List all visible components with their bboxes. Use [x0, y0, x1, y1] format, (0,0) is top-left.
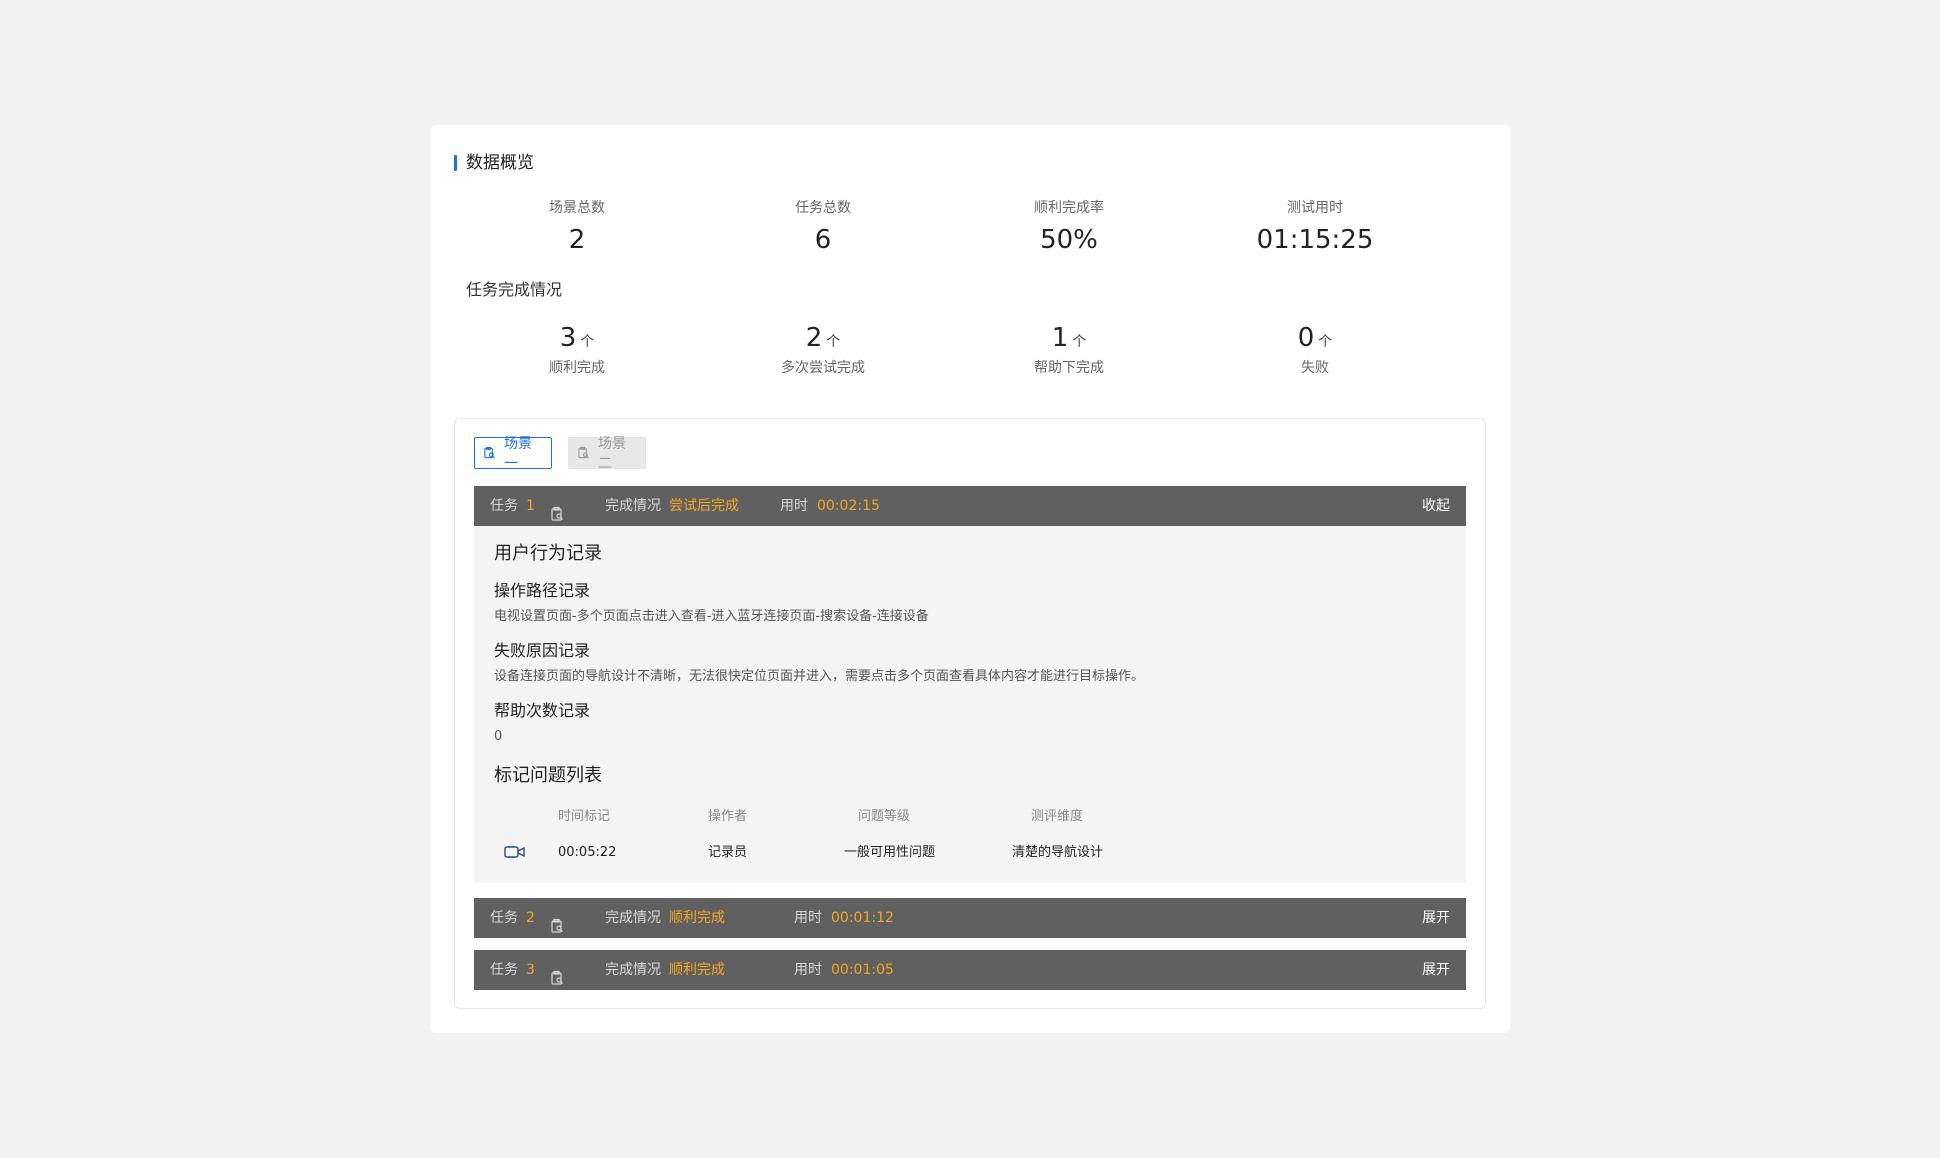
task-bar-3[interactable]: 任务 3 完成情况 顺利完成 用时 00:01:05 展开	[474, 950, 1466, 990]
status-value: 顺利完成	[669, 962, 725, 978]
status-value: 顺利完成	[669, 910, 725, 926]
completion-title: 任务完成情况	[466, 280, 563, 299]
table-header: 测评维度	[1031, 809, 1084, 824]
count-helped: 1个 帮助下完成	[946, 321, 1192, 377]
time-label: 用时	[794, 910, 822, 926]
count-value: 2	[805, 323, 823, 353]
row-level: 一般可用性问题	[844, 845, 936, 860]
stat-value: 01:15:25	[1256, 225, 1374, 255]
table-header: 操作者	[708, 809, 748, 824]
task-label: 任务	[490, 962, 518, 978]
clipboard-icon[interactable]	[550, 910, 564, 950]
row-time: 00:05:22	[558, 845, 617, 860]
path-text: 电视设置页面-多个页面点击进入查看-进入蓝牙连接页面-搜索设备-连接设备	[494, 609, 929, 624]
task-label: 任务	[490, 910, 518, 926]
status-label: 完成情况	[605, 962, 661, 978]
tab-scene-two[interactable]: 场景二	[568, 436, 646, 472]
stat-label: 测试用时	[1287, 200, 1343, 216]
expand-button[interactable]: 展开	[1422, 898, 1450, 938]
count-failed: 0个 失败	[1192, 321, 1438, 377]
count-unit: 个	[826, 334, 841, 350]
tab-label: 场景一	[504, 436, 532, 472]
row-dimension: 清楚的导航设计	[1012, 845, 1104, 860]
status-label: 完成情况	[605, 498, 661, 514]
fail-text: 设备连接页面的导航设计不清晰，无法很快定位页面并进入，需要点击多个页面查看具体内…	[494, 669, 1145, 684]
stat-value: 2	[568, 225, 586, 255]
task-detail: 用户行为记录 操作路径记录 电视设置页面-多个页面点击进入查看-进入蓝牙连接页面…	[474, 526, 1466, 883]
time-value: 00:01:05	[831, 962, 894, 978]
stat-label: 任务总数	[795, 200, 851, 216]
count-value: 0	[1297, 323, 1315, 353]
clipboard-search-icon	[484, 446, 496, 459]
count-value: 1	[1051, 323, 1069, 353]
section-title: 数据概览	[454, 153, 534, 173]
count-label: 顺利完成	[549, 360, 605, 376]
task-number: 3	[526, 962, 535, 978]
count-smooth: 3个 顺利完成	[454, 321, 700, 377]
fail-title: 失败原因记录	[494, 641, 591, 660]
clipboard-icon[interactable]	[550, 962, 564, 1002]
status-label: 完成情况	[605, 910, 661, 926]
expand-button[interactable]: 展开	[1422, 950, 1450, 990]
count-label: 失败	[1301, 360, 1329, 376]
row-operator: 记录员	[708, 845, 748, 860]
stat-success-rate: 顺利完成率 50%	[946, 199, 1192, 257]
table-header: 问题等级	[858, 809, 911, 824]
count-value: 3	[559, 323, 577, 353]
task-number: 1	[526, 498, 535, 514]
path-title: 操作路径记录	[494, 581, 591, 600]
table-header: 时间标记	[558, 809, 611, 824]
task-bar-1[interactable]: 任务 1 完成情况 尝试后完成 用时 00:02:15 收起	[474, 486, 1466, 526]
issues-title: 标记问题列表	[494, 765, 602, 786]
count-label: 帮助下完成	[1034, 360, 1104, 376]
count-unit: 个	[1318, 334, 1333, 350]
behavior-title: 用户行为记录	[494, 543, 602, 564]
stat-label: 顺利完成率	[1034, 200, 1104, 216]
overview-card: 数据概览 场景总数 2 任务总数 6 顺利完成率 50% 测试用时 01:15:…	[430, 125, 1510, 1033]
status-value: 尝试后完成	[669, 498, 739, 514]
time-label: 用时	[794, 962, 822, 978]
task-bar-2[interactable]: 任务 2 完成情况 顺利完成 用时 00:01:12 展开	[474, 898, 1466, 938]
collapse-button[interactable]: 收起	[1422, 486, 1450, 526]
completion-row: 3个 顺利完成 2个 多次尝试完成 1个 帮助下完成 0个 失败	[454, 321, 1438, 377]
count-unit: 个	[1072, 334, 1087, 350]
stat-value: 50%	[1040, 225, 1098, 255]
clipboard-search-icon	[578, 446, 590, 459]
task-number: 2	[526, 910, 535, 926]
time-value: 00:01:12	[831, 910, 894, 926]
stat-task-total: 任务总数 6	[700, 199, 946, 257]
scene-panel: 场景一 场景二 任务 1 完成情况 尝试后完成 用时 00:02:15 收起 用…	[454, 418, 1486, 1009]
tab-label: 场景二	[598, 436, 626, 472]
count-retry: 2个 多次尝试完成	[700, 321, 946, 377]
count-unit: 个	[580, 334, 595, 350]
stat-test-time: 测试用时 01:15:25	[1192, 199, 1438, 257]
help-title: 帮助次数记录	[494, 701, 591, 720]
tab-scene-one[interactable]: 场景一	[474, 436, 552, 472]
stat-label: 场景总数	[549, 200, 605, 216]
stats-row: 场景总数 2 任务总数 6 顺利完成率 50% 测试用时 01:15:25	[454, 199, 1438, 257]
stat-value: 6	[814, 225, 832, 255]
stat-scene-total: 场景总数 2	[454, 199, 700, 257]
time-label: 用时	[780, 498, 808, 514]
task-label: 任务	[490, 498, 518, 514]
help-text: 0	[494, 729, 503, 744]
video-camera-icon[interactable]	[504, 844, 526, 866]
time-value: 00:02:15	[817, 498, 880, 514]
count-label: 多次尝试完成	[781, 360, 865, 376]
